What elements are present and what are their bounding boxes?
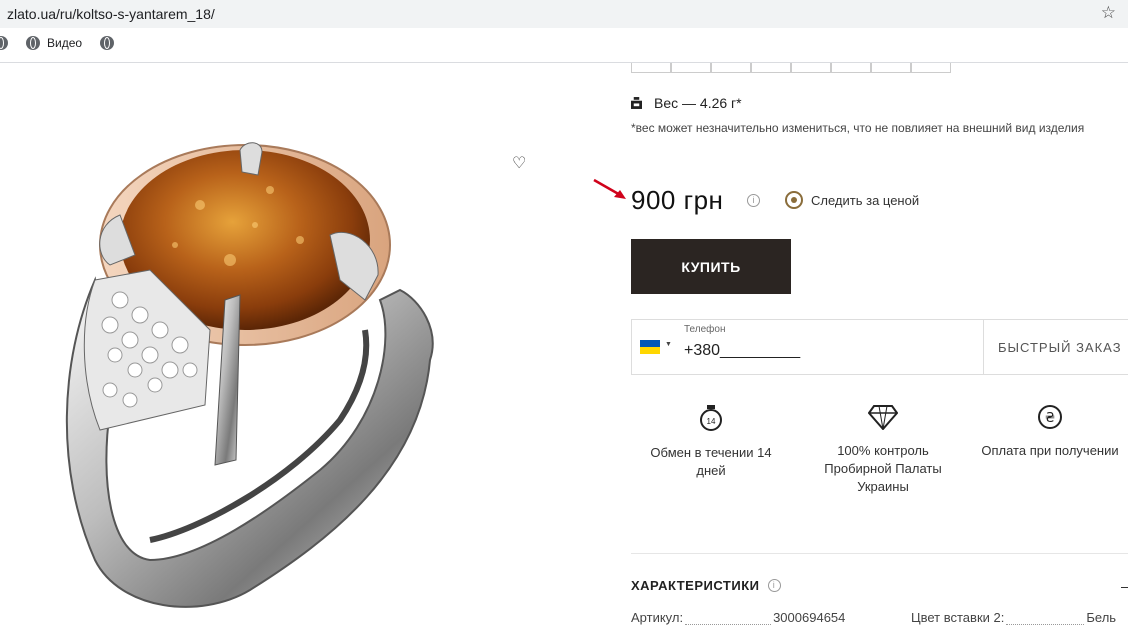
specs-header[interactable]: ХАРАКТЕРИСТИКИ i [631,578,781,593]
dotted-leader [1006,614,1085,625]
feature-payment: ₴ Оплата при получении [972,404,1128,460]
size-grid[interactable] [631,63,951,73]
product-image[interactable]: ♡ [0,63,560,631]
track-price-label: Следить за ценой [811,192,920,208]
address-bar[interactable]: zlato.ua/ru/koltso-s-yantarem_18/ ☆ [0,0,1128,28]
bookmark-globe-icon[interactable] [0,36,8,50]
bookmark-video[interactable]: Видео [26,36,82,50]
phone-label: Телефон [684,324,726,335]
feature-payment-text: Оплата при получении [981,443,1119,458]
feature-control: 100% контроль Пробирной Палаты Украины [812,404,954,496]
hryvnia-icon: ₴ [1038,405,1062,429]
spec-insert-color-value: Бель [1086,610,1117,625]
ukraine-flag-icon[interactable] [640,340,660,354]
exchange-14-icon: 14 [700,405,722,431]
ring-image [65,142,434,608]
feature-exchange-text: Обмен в течении 14 дней [650,445,772,478]
divider [983,320,984,374]
bookmarks-bar: Видео [0,28,1128,63]
feature-exchange: 14 Обмен в течении 14 дней [640,404,782,480]
globe-icon [26,36,40,50]
bookmark-video-label: Видео [47,36,83,50]
collapse-icon[interactable]: – [1121,578,1128,594]
red-arrow-icon [593,178,626,199]
bookmark-globe-icon-2[interactable] [100,36,114,50]
product-price: 900 грн [631,185,724,215]
specs-info-icon[interactable]: i [767,579,781,592]
spec-insert-color: Цвет вставки 2: Бель [911,610,1116,625]
svg-text:14: 14 [707,417,716,426]
url-text[interactable]: zlato.ua/ru/koltso-s-yantarem_18/ [7,6,215,22]
spec-article: Артикул: 3000694654 [631,610,845,625]
target-icon [785,191,803,209]
country-dropdown-icon[interactable]: ▼ [665,341,672,348]
section-divider [631,553,1128,554]
weight-note: *вес может незначительно измениться, что… [631,121,1085,135]
feature-control-text: 100% контроль Пробирной Палаты Украины [824,443,942,494]
phone-input[interactable]: +380_________ [684,342,800,360]
specs-title: ХАРАКТЕРИСТИКИ [631,578,760,593]
spec-article-value: 3000694654 [773,610,846,625]
svg-text:₴: ₴ [1045,411,1055,426]
weight-info: Вес — 4.26 г* [631,95,742,111]
quick-order-button[interactable]: БЫСТРЫЙ ЗАКАЗ [998,340,1122,355]
diamond-icon [868,405,898,430]
spec-insert-color-label: Цвет вставки 2: [911,610,1005,625]
weight-icon [631,97,642,109]
track-price-button[interactable]: Следить за ценой [785,191,919,209]
buy-button[interactable]: КУПИТЬ [631,239,791,294]
wishlist-heart-icon[interactable]: ♡ [512,153,526,173]
price-info-icon[interactable]: i [747,194,760,207]
weight-text: Вес — 4.26 г* [654,95,742,111]
spec-article-label: Артикул: [631,610,684,625]
quick-order-form: ▼ Телефон +380_________ БЫСТРЫЙ ЗАКАЗ [631,319,1128,375]
bookmark-star-icon[interactable]: ☆ [1101,3,1116,23]
dotted-leader [685,614,772,625]
